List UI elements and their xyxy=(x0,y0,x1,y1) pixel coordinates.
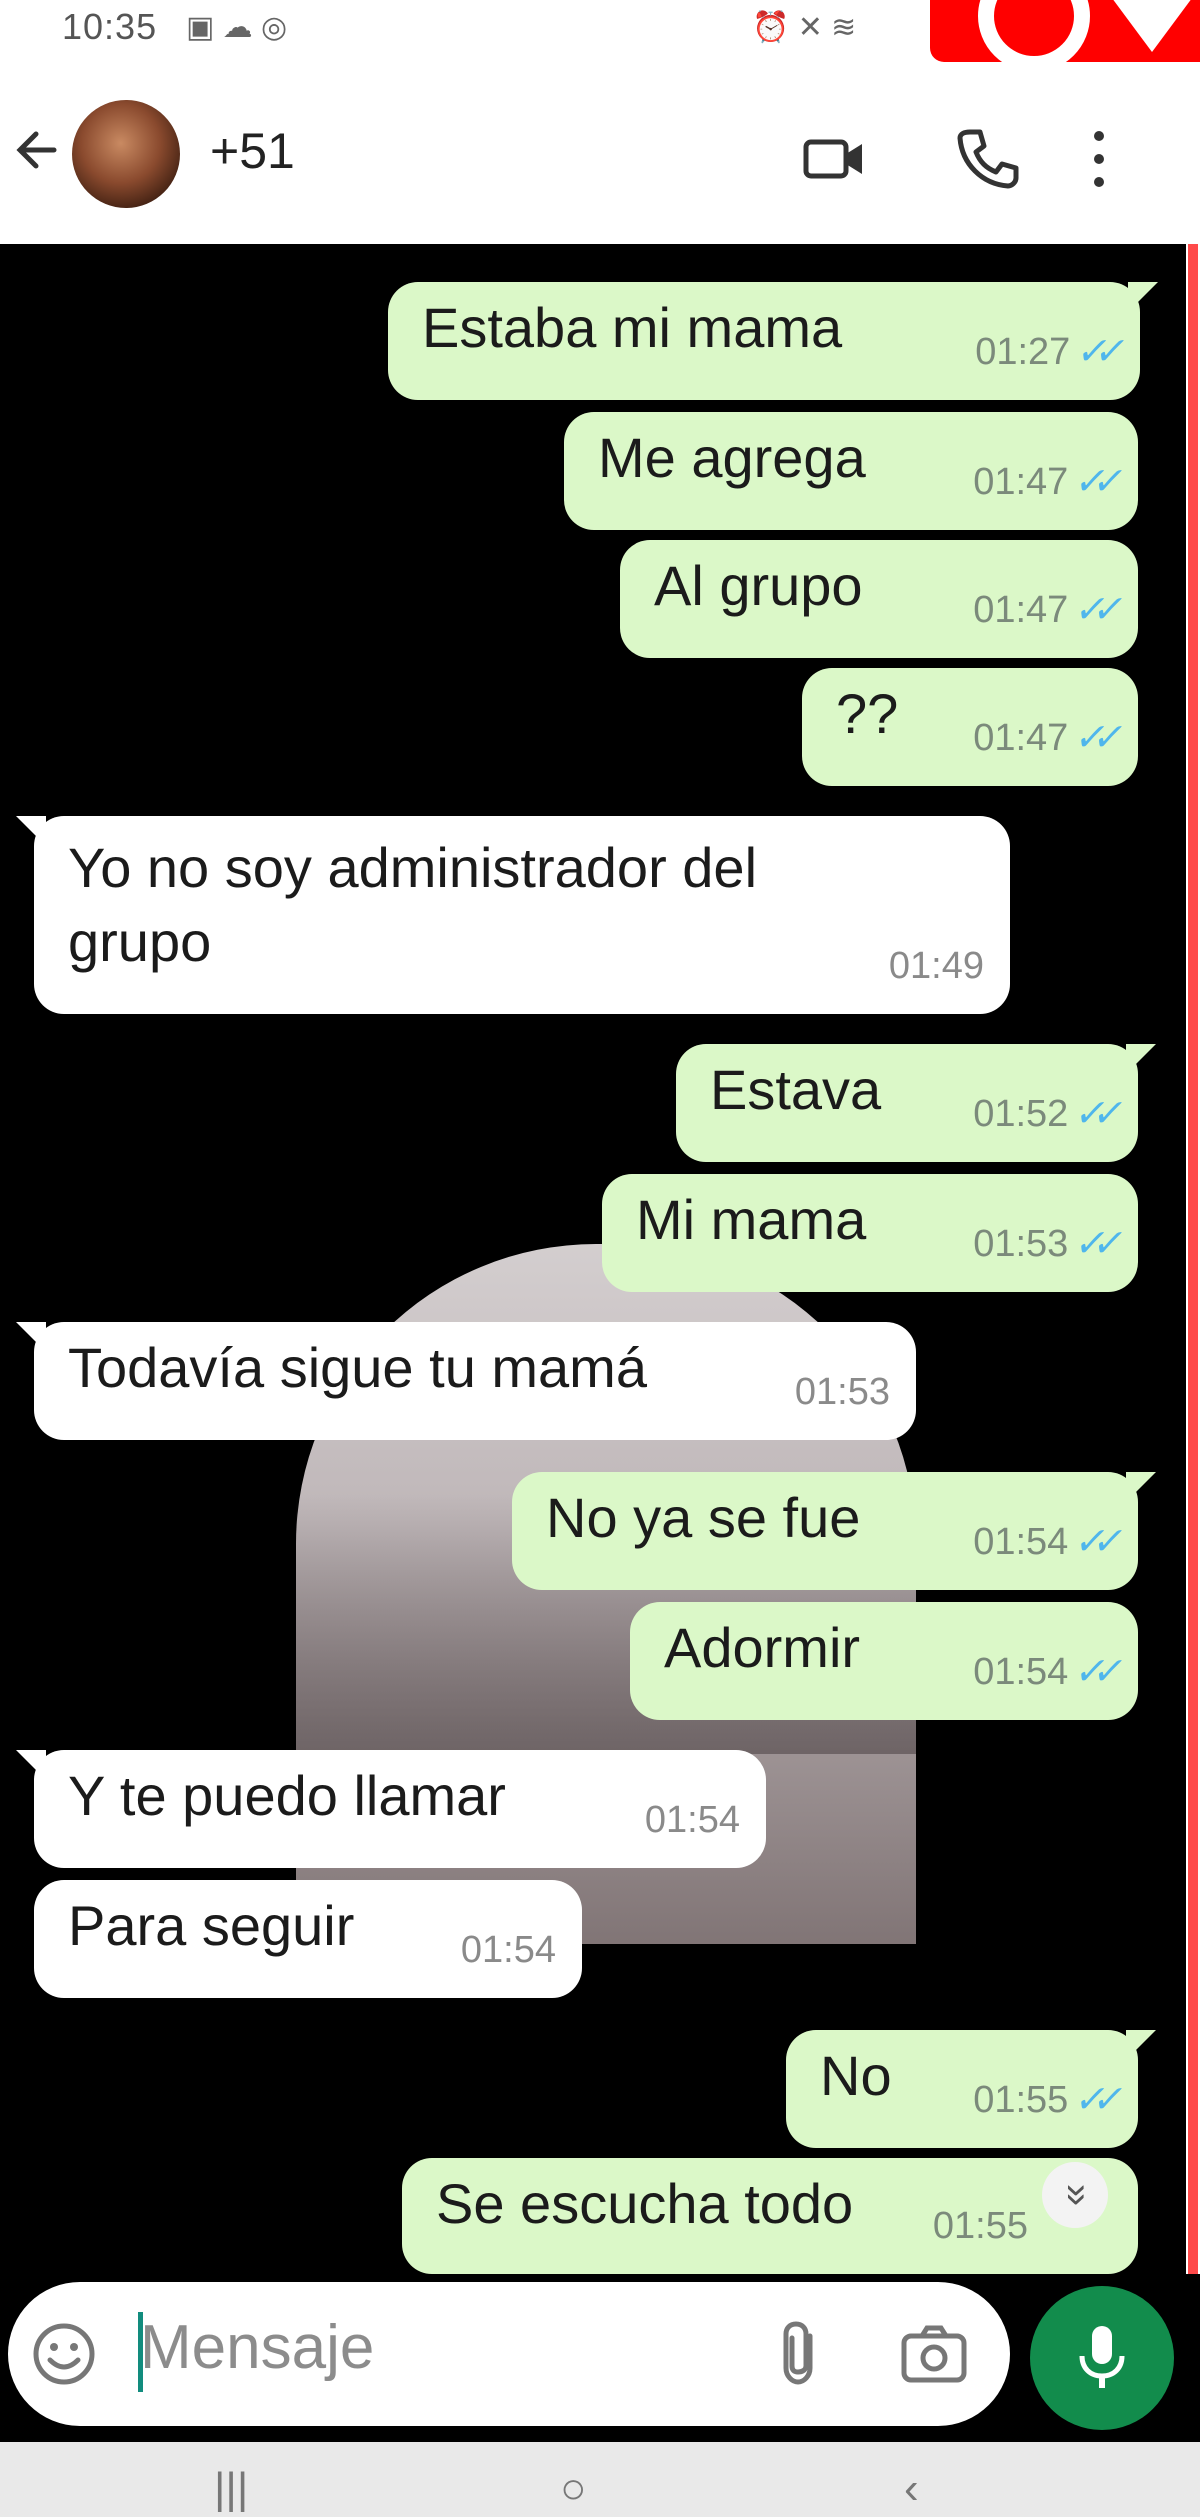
contact-name[interactable]: +51 xyxy=(210,122,295,180)
read-receipt-icon: ✓✓ xyxy=(1071,461,1117,503)
message-time: 01:54 xyxy=(973,1521,1069,1563)
read-receipt-icon: ✓✓ xyxy=(1071,1093,1117,1135)
message-text: ?? xyxy=(836,682,899,745)
message-text: Se escucha todo xyxy=(436,2172,854,2235)
message-meta: 01:53✓✓ xyxy=(973,1206,1116,1282)
message-text: Y te puedo llamar xyxy=(68,1764,506,1827)
message-text: No ya se fue xyxy=(546,1486,861,1549)
message-bubble-outgoing[interactable]: Se escucha todo 01:55 xyxy=(402,2158,1138,2274)
scroll-down-button[interactable]: » xyxy=(1042,2162,1108,2228)
read-receipt-icon: ✓✓ xyxy=(1071,2079,1117,2121)
message-bubble-outgoing[interactable]: Estaba mi mama 01:27✓✓ xyxy=(388,282,1158,400)
phone-call-icon[interactable] xyxy=(952,124,1022,194)
recent-apps-button[interactable]: ||| xyxy=(214,2464,248,2514)
bubble-tail xyxy=(16,816,46,846)
back-arrow-icon[interactable] xyxy=(8,120,68,180)
read-receipt-icon: ✓✓ xyxy=(1071,589,1117,631)
message-time: 01:27 xyxy=(975,331,1071,373)
message-bubble-outgoing[interactable]: No ya se fue 01:54✓✓ xyxy=(512,1472,1156,1590)
message-text: Todavía sigue tu mamá xyxy=(68,1336,647,1399)
contact-avatar[interactable] xyxy=(72,100,180,208)
microphone-button[interactable] xyxy=(1030,2286,1174,2430)
video-edge-stripe xyxy=(1186,244,1200,2274)
bubble-tail xyxy=(16,1322,46,1352)
redacted-area xyxy=(300,110,680,202)
read-receipt-icon: ✓✓ xyxy=(1071,717,1117,759)
video-call-icon[interactable] xyxy=(800,124,870,194)
message-bubble-outgoing[interactable]: ?? 01:47✓✓ xyxy=(802,668,1138,786)
message-time: 01:47 xyxy=(973,589,1069,631)
message-time: 01:55 xyxy=(973,2079,1069,2121)
message-time: 01:52 xyxy=(973,1093,1069,1135)
message-meta: 01:55✓✓ xyxy=(973,2062,1116,2138)
chat-header: +51 xyxy=(0,78,1200,228)
home-button[interactable]: ○ xyxy=(560,2464,587,2514)
message-time: 01:53 xyxy=(973,1223,1069,1265)
message-meta: 01:54✓✓ xyxy=(973,1504,1116,1580)
status-icons-right: ⏰ ✕ ≋ xyxy=(752,11,857,44)
message-time: 01:49 xyxy=(888,945,984,987)
microphone-icon xyxy=(1079,2326,1125,2388)
message-bubble-incoming[interactable]: Para seguir 01:54 xyxy=(34,1880,582,1998)
video-edge-red xyxy=(1188,244,1198,2274)
message-meta: 01:47✓✓ xyxy=(973,444,1116,520)
message-text: No xyxy=(820,2044,892,2107)
message-bubble-outgoing[interactable]: No 01:55✓✓ xyxy=(786,2030,1156,2148)
message-text: Estaba mi mama xyxy=(422,296,843,359)
message-text-line2: grupo xyxy=(68,910,212,973)
logo-v-shape xyxy=(1106,0,1198,52)
message-bubble-incoming[interactable]: Y te puedo llamar 01:54 xyxy=(16,1750,766,1868)
message-bubble-outgoing[interactable]: Mi mama 01:53✓✓ xyxy=(602,1174,1138,1292)
more-options-icon[interactable] xyxy=(1084,124,1114,194)
bubble-tail xyxy=(1126,1472,1156,1502)
message-meta: 01:47✓✓ xyxy=(973,572,1116,648)
bubble-tail xyxy=(1126,1044,1156,1074)
read-receipt-icon: ✓✓ xyxy=(1071,1521,1117,1563)
message-time: 01:55 xyxy=(932,2205,1028,2247)
logo-ring-shape xyxy=(978,0,1090,72)
message-bubble-incoming[interactable]: Yo no soy administrador del grupo 01:49 xyxy=(16,816,1010,1014)
message-text: Al grupo xyxy=(654,554,863,617)
bubble-tail xyxy=(16,1750,46,1780)
bubble-tail xyxy=(1126,2030,1156,2060)
message-meta: 01:47✓✓ xyxy=(973,700,1116,776)
message-meta: 01:54✓✓ xyxy=(973,1634,1116,1710)
status-icons-left: ▣ ☁ ◎ xyxy=(186,11,288,44)
message-time: 01:54 xyxy=(973,1651,1069,1693)
message-time: 01:53 xyxy=(794,1371,890,1413)
message-meta: 01:52✓✓ xyxy=(973,1076,1116,1152)
message-bubble-outgoing[interactable]: Al grupo 01:47✓✓ xyxy=(620,540,1138,658)
message-bubble-outgoing[interactable]: Me agrega 01:47✓✓ xyxy=(564,412,1138,530)
message-text: Para seguir xyxy=(68,1894,355,1957)
message-text: Mi mama xyxy=(636,1188,867,1251)
message-text-line1: Yo no soy administrador del xyxy=(68,836,758,899)
status-time: 10:35 xyxy=(62,6,158,47)
message-bubble-outgoing[interactable]: Adormir 01:54✓✓ xyxy=(630,1602,1138,1720)
message-time: 01:47 xyxy=(973,717,1069,759)
message-text: Me agrega xyxy=(598,426,866,489)
message-time: 01:47 xyxy=(973,461,1069,503)
message-time: 01:54 xyxy=(644,1799,740,1841)
message-text: Adormir xyxy=(664,1616,861,1679)
message-bubble-incoming[interactable]: Todavía sigue tu mamá 01:53 xyxy=(16,1322,916,1440)
channel-logo xyxy=(930,0,1200,72)
nav-back-button[interactable]: ‹ xyxy=(904,2464,919,2514)
status-bar: 10:35 ▣ ☁ ◎ ⏰ ✕ ≋ xyxy=(0,0,1200,72)
system-navigation-bar: ||| ○ ‹ xyxy=(0,2442,1200,2517)
message-composer[interactable]: Mensaje xyxy=(8,2282,1010,2426)
read-receipt-icon: ✓✓ xyxy=(1073,331,1119,373)
message-time: 01:54 xyxy=(460,1929,556,1971)
read-receipt-icon: ✓✓ xyxy=(1071,1223,1117,1265)
message-meta: 01:27✓✓ xyxy=(975,314,1118,390)
message-input[interactable]: Mensaje xyxy=(140,2312,374,2383)
attach-icon[interactable] xyxy=(770,2318,830,2390)
message-bubble-outgoing[interactable]: Estava 01:52✓✓ xyxy=(676,1044,1156,1162)
emoji-icon[interactable] xyxy=(30,2320,98,2388)
message-text: Estava xyxy=(710,1058,882,1121)
camera-icon[interactable] xyxy=(898,2320,970,2388)
bubble-tail xyxy=(1128,282,1158,312)
read-receipt-icon: ✓✓ xyxy=(1071,1651,1117,1693)
